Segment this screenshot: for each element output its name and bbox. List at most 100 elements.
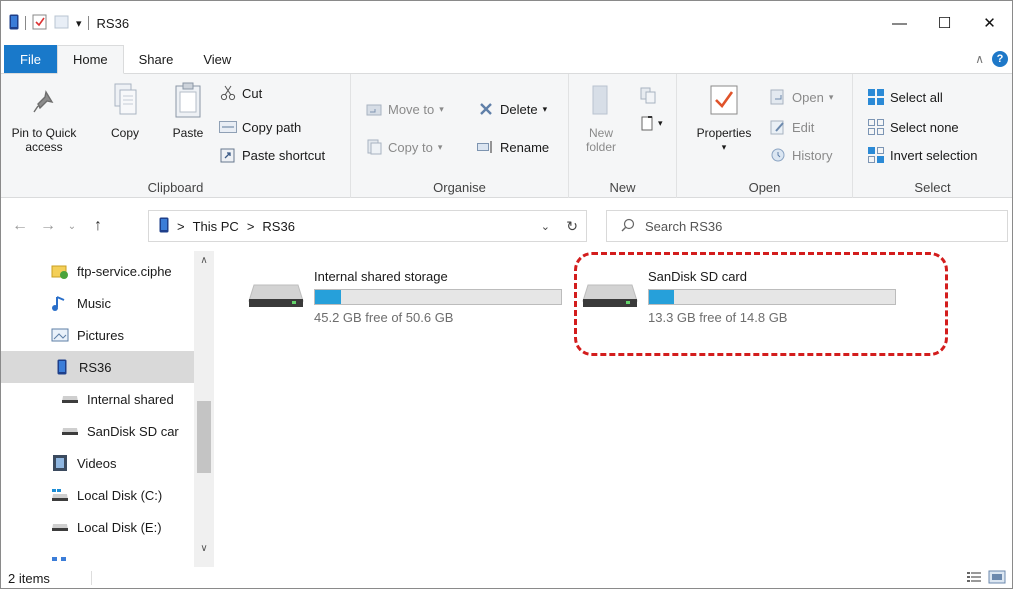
select-none-icon <box>867 118 885 136</box>
cut-button[interactable]: Cut <box>219 84 262 102</box>
new-item-button[interactable] <box>639 86 657 104</box>
nav-item-local-disk-e[interactable]: Local Disk (E:) <box>1 511 194 543</box>
copy-path-button[interactable]: Copy path <box>219 118 301 136</box>
properties-qat-icon[interactable] <box>32 14 48 33</box>
maximize-button[interactable]: ☐ <box>922 1 967 45</box>
minimize-button[interactable]: — <box>877 1 922 45</box>
copy-to-icon <box>365 138 383 156</box>
drive-icon <box>51 518 69 536</box>
large-icons-view-icon[interactable] <box>988 570 1006 587</box>
edit-button[interactable]: Edit <box>769 118 814 136</box>
close-button[interactable]: ✕ <box>967 1 1012 45</box>
nav-item-music[interactable]: Music <box>1 287 194 319</box>
window-title: RS36 <box>96 15 130 31</box>
tab-home[interactable]: Home <box>56 45 124 74</box>
new-folder-label-line1: New <box>588 126 613 140</box>
select-all-button[interactable]: Select all <box>867 88 943 106</box>
copy-to-button[interactable]: Copy to ▾ <box>365 138 442 156</box>
scroll-down-icon[interactable]: ∨ <box>194 543 214 554</box>
drive-tile-internal-storage[interactable]: Internal shared storage 45.2 GB free of … <box>248 251 568 351</box>
network-folder-icon <box>51 262 69 280</box>
invert-selection-button[interactable]: Invert selection <box>867 146 977 164</box>
drive-free-space: 45.2 GB free of 50.6 GB <box>314 310 454 325</box>
cut-label: Cut <box>242 85 263 101</box>
nav-label: ftp-service.ciphe <box>77 263 172 279</box>
copy-to-label: Copy to <box>388 139 433 155</box>
nav-item-sandisk-sd-card[interactable]: SanDisk SD car <box>1 415 194 447</box>
drive-usage-bar <box>314 289 562 305</box>
properties-button[interactable]: Properties ▾ <box>689 80 759 154</box>
pin-label-line2: access <box>25 140 63 154</box>
select-none-button[interactable]: Select none <box>867 118 959 136</box>
tab-share[interactable]: Share <box>124 45 189 73</box>
select-group-label: Select <box>914 180 951 195</box>
pictures-icon <box>51 326 69 344</box>
easy-access-button[interactable]: ▾ <box>639 114 663 132</box>
easy-access-dropdown-icon: ▾ <box>658 117 663 128</box>
move-to-button[interactable]: Move to ▾ <box>365 100 444 118</box>
rename-button[interactable]: Rename <box>477 138 549 156</box>
new-folder-button[interactable]: New folder <box>579 80 623 154</box>
pin-to-quick-access-button[interactable]: Pin to Quick access <box>9 80 79 154</box>
nav-item-internal-shared[interactable]: Internal shared <box>1 383 194 415</box>
clipboard-group: Pin to Quick access Copy Paste Cut Copy … <box>1 74 351 198</box>
tab-file[interactable]: File <box>4 45 57 73</box>
breadcrumb-this-pc[interactable]: This PC <box>193 219 239 234</box>
tab-view[interactable]: View <box>188 45 246 73</box>
move-to-icon <box>365 100 383 118</box>
new-folder-icon <box>583 80 619 120</box>
delete-x-icon <box>477 100 495 118</box>
music-icon <box>51 294 69 312</box>
drive-icon <box>61 422 79 440</box>
breadcrumb-separator: > <box>177 218 185 234</box>
ribbon-right-controls: ∧ ? <box>975 51 1008 67</box>
search-box[interactable]: Search RS36 <box>606 210 1008 242</box>
move-to-dropdown-icon: ▾ <box>439 103 444 114</box>
history-button[interactable]: History <box>769 146 832 164</box>
up-arrow-icon[interactable]: ↑ <box>87 217 109 235</box>
back-arrow-icon[interactable]: ← <box>9 217 31 235</box>
nav-item-rs36[interactable]: RS36 <box>1 351 194 383</box>
scroll-up-icon[interactable]: ∧ <box>194 255 214 266</box>
delete-label: Delete <box>500 101 538 117</box>
nav-label: Internal shared <box>87 391 174 407</box>
scissors-icon <box>219 84 237 102</box>
easy-access-icon <box>639 114 657 132</box>
nav-item-videos[interactable]: Videos <box>1 447 194 479</box>
paste-label: Paste <box>172 126 204 140</box>
copy-button[interactable]: Copy <box>105 80 145 140</box>
status-bar: 2 items <box>1 567 1012 589</box>
navigation-pane: ftp-service.ciphe Music Pictures RS36 In… <box>1 251 215 567</box>
qat-dropdown-icon[interactable]: ▾ <box>76 17 82 30</box>
delete-button[interactable]: Delete ▾ <box>477 100 547 118</box>
view-toggle-buttons <box>966 570 1006 587</box>
content-pane: Internal shared storage 45.2 GB free of … <box>216 251 1012 567</box>
new-folder-qat-icon[interactable] <box>54 14 70 33</box>
paste-shortcut-label: Paste shortcut <box>242 147 326 163</box>
breadcrumb-rs36[interactable]: RS36 <box>262 219 295 234</box>
item-count: 2 items <box>8 570 50 586</box>
search-placeholder: Search RS36 <box>645 218 723 234</box>
details-view-icon[interactable] <box>966 570 982 587</box>
address-dropdown-icon[interactable]: ⌄ <box>541 220 550 233</box>
nav-scrollbar[interactable]: ∧ ∨ <box>194 251 214 567</box>
new-group-label: New <box>609 180 636 195</box>
recent-locations-icon[interactable]: ⌄ <box>61 221 83 232</box>
scroll-thumb[interactable] <box>197 401 211 473</box>
open-button[interactable]: Open ▾ <box>769 88 833 106</box>
paste-button[interactable]: Paste <box>165 80 211 140</box>
paste-shortcut-button[interactable]: Paste shortcut <box>219 146 325 164</box>
nav-item-local-disk-c[interactable]: Local Disk (C:) <box>1 479 194 511</box>
select-all-icon <box>867 88 885 106</box>
nav-item-network-partial[interactable] <box>1 547 194 567</box>
address-bar[interactable]: > This PC > RS36 ⌄ ↻ <box>148 210 587 242</box>
forward-arrow-icon[interactable]: → <box>37 217 59 235</box>
nav-label: Music <box>77 295 111 311</box>
collapse-ribbon-icon[interactable]: ∧ <box>975 52 984 66</box>
open-label: Open <box>792 89 824 105</box>
refresh-icon[interactable]: ↻ <box>566 218 578 235</box>
nav-item-ftp-service[interactable]: ftp-service.ciphe <box>1 255 194 287</box>
nav-item-pictures[interactable]: Pictures <box>1 319 194 351</box>
help-icon[interactable]: ? <box>992 51 1008 67</box>
organise-group: Move to ▾ Copy to ▾ Delete ▾ Rename Orga… <box>351 74 569 198</box>
